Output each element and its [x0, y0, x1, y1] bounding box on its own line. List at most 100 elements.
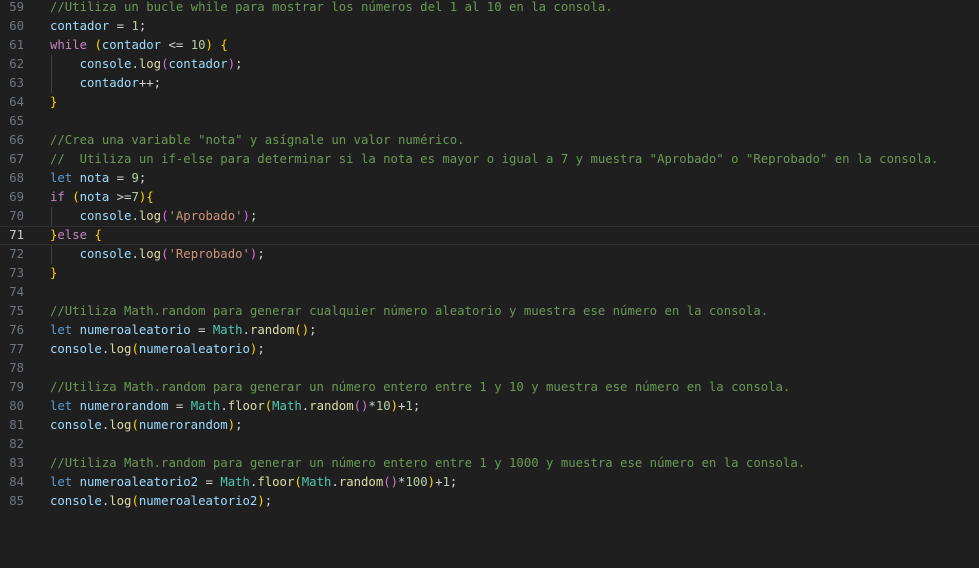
indent-guide — [51, 55, 52, 93]
line-number: 66 — [9, 133, 24, 147]
code-token: log — [138, 209, 162, 223]
code-line[interactable]: 66 //Crea una variable "nota" y asígnale … — [0, 131, 979, 150]
line-number: 82 — [9, 437, 24, 451]
code-line[interactable]: 78 — [0, 359, 979, 378]
code-text: contador = 1; — [50, 17, 979, 36]
code-token: 1 — [442, 475, 450, 489]
code-token: 7 — [131, 190, 139, 204]
line-number: 62 — [9, 57, 24, 71]
line-number: 77 — [9, 342, 24, 356]
code-line[interactable]: 63 contador++; — [0, 74, 979, 93]
code-token: nota — [79, 171, 110, 185]
code-line[interactable]: 72 console.log('Reprobado'); — [0, 245, 979, 264]
code-line[interactable]: 74 — [0, 283, 979, 302]
code-token: Math — [272, 399, 302, 413]
code-line[interactable]: 60 contador = 1; — [0, 17, 979, 36]
code-token: ) — [390, 399, 399, 413]
code-token: ( — [131, 418, 139, 432]
code-token: numeroaleatorio — [79, 323, 191, 337]
code-token: } — [50, 95, 58, 109]
code-line[interactable]: 71}else { — [0, 226, 979, 245]
code-token: ( — [294, 475, 302, 489]
code-editor[interactable]: 59 //Utiliza un bucle while para mostrar … — [0, 0, 979, 568]
code-token: log — [138, 247, 162, 261]
line-number: 78 — [9, 361, 24, 375]
code-line[interactable]: 73} — [0, 264, 979, 283]
code-token: ; — [138, 171, 147, 185]
line-number: 79 — [9, 380, 24, 394]
code-token: nota — [79, 190, 110, 204]
code-token: console — [50, 494, 102, 508]
line-number: 73 — [9, 266, 24, 280]
code-line[interactable]: 77 console.log(numeroaleatorio); — [0, 340, 979, 359]
code-text: //Utiliza un bucle while para mostrar lo… — [50, 0, 979, 17]
code-line[interactable]: 84 let numeroaleatorio2 = Math.floor(Math… — [0, 473, 979, 492]
code-line[interactable]: 81 console.log(numerorandom); — [0, 416, 979, 435]
code-line[interactable]: 75 //Utiliza Math.random para generar cua… — [0, 302, 979, 321]
line-number: 60 — [9, 19, 24, 33]
code-token: console — [79, 57, 132, 71]
line-number: 81 — [9, 418, 24, 432]
line-number: 85 — [9, 494, 24, 508]
code-token: if — [50, 190, 65, 204]
code-token: random — [249, 323, 295, 337]
code-token: . — [331, 475, 339, 489]
line-number: 63 — [9, 76, 24, 90]
code-token: let — [50, 171, 73, 185]
code-text: }else { — [50, 227, 979, 244]
code-text: while (contador <= 10) { — [50, 36, 979, 55]
code-token: ) — [227, 418, 236, 432]
code-line[interactable]: 68 let nota = 9; — [0, 169, 979, 188]
code-token: ; — [249, 209, 258, 223]
code-line[interactable]: 67 // Utiliza un if-else para determinar … — [0, 150, 979, 169]
code-line[interactable]: 59 //Utiliza un bucle while para mostrar … — [0, 0, 979, 17]
code-line[interactable]: 85 console.log(numeroaleatorio2); — [0, 492, 979, 511]
code-token: let — [50, 399, 73, 413]
code-token: <= — [161, 38, 191, 52]
code-token: ++; — [138, 76, 162, 90]
code-token: . — [220, 399, 228, 413]
code-line[interactable]: 80 let numerorandom = Math.floor(Math.ran… — [0, 397, 979, 416]
code-token: = — [190, 323, 213, 337]
line-number: 64 — [9, 95, 24, 109]
code-line[interactable]: 64} — [0, 93, 979, 112]
code-token: //Crea una variable "nota" y asígnale un… — [50, 133, 465, 147]
code-line[interactable]: 69 if (nota >=7){ — [0, 188, 979, 207]
code-line[interactable]: 76 let numeroaleatorio = Math.random(); — [0, 321, 979, 340]
code-text: let numeroaleatorio2 = Math.floor(Math.r… — [50, 473, 979, 492]
code-token: //Utiliza Math.random para generar un nú… — [50, 380, 791, 394]
code-token: console — [79, 209, 132, 223]
code-token: contador — [50, 19, 110, 33]
code-token: ) — [205, 38, 213, 52]
code-token: ; — [449, 475, 458, 489]
code-token: * — [368, 399, 376, 413]
code-token: ( — [131, 494, 139, 508]
code-token: 100 — [405, 475, 428, 489]
code-text: } — [50, 93, 979, 112]
code-token: Math — [190, 399, 221, 413]
code-text: let numeroaleatorio = Math.random(); — [50, 321, 979, 340]
code-token: . — [242, 323, 250, 337]
code-token: ; — [235, 418, 243, 432]
code-token: = — [168, 399, 191, 413]
line-number: 74 — [9, 285, 24, 299]
code-line[interactable]: 82 — [0, 435, 979, 454]
code-token: ; — [412, 399, 421, 413]
code-line[interactable]: 79 //Utiliza Math.random para generar un … — [0, 378, 979, 397]
code-token: ) — [242, 209, 250, 223]
code-token: { — [146, 190, 154, 204]
code-token: 'Aprobado' — [168, 209, 243, 223]
code-line[interactable]: 65 — [0, 112, 979, 131]
code-line[interactable]: 61 while (contador <= 10) { — [0, 36, 979, 55]
code-token: let — [50, 323, 73, 337]
code-token: Math — [301, 475, 332, 489]
code-line[interactable]: 83 //Utiliza Math.random para generar un … — [0, 454, 979, 473]
code-text: contador++; — [50, 74, 979, 93]
code-line[interactable]: 62 console.log(contador); — [0, 55, 979, 74]
code-line[interactable]: 70 console.log('Aprobado'); — [0, 207, 979, 226]
code-token: contador — [79, 76, 139, 90]
code-token: 10 — [375, 399, 391, 413]
